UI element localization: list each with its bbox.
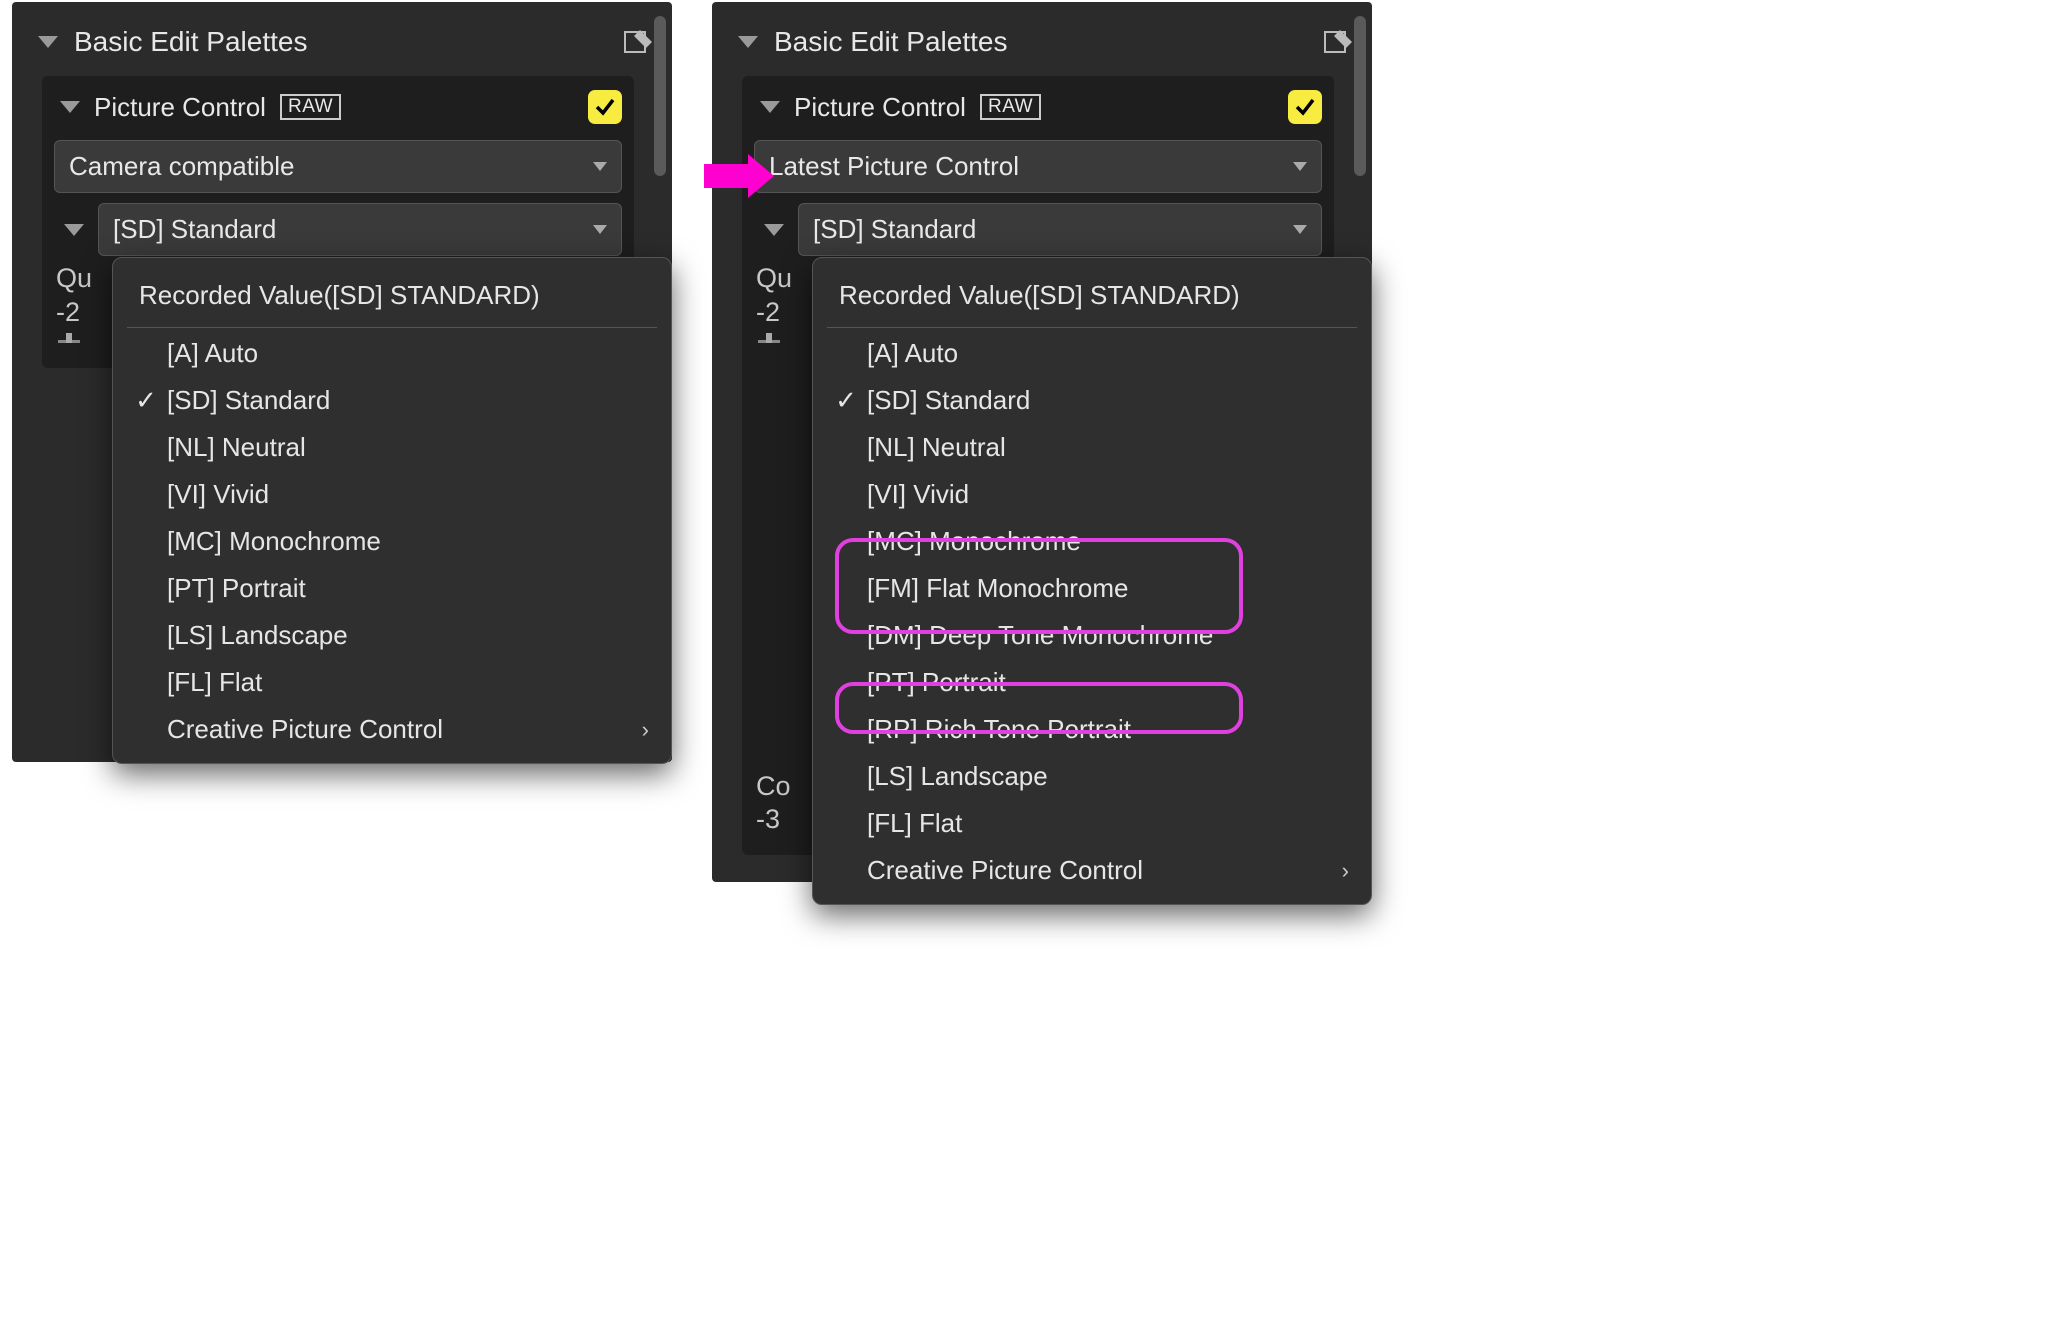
- sub-title: Picture Control: [794, 92, 966, 123]
- menu-item-vivid[interactable]: [VI] Vivid: [113, 471, 671, 518]
- compat-select[interactable]: Camera compatible: [54, 140, 622, 193]
- checkmark-icon: ✓: [135, 385, 157, 416]
- menu-item-standard[interactable]: ✓[SD] Standard: [813, 377, 1371, 424]
- chevron-down-icon: [1293, 225, 1307, 234]
- menu-item-portrait[interactable]: [PT] Portrait: [113, 565, 671, 612]
- compat-select[interactable]: Latest Picture Control: [754, 140, 1322, 193]
- menu-item-deep-tone-monochrome[interactable]: [DM] Deep Tone Monochrome: [813, 612, 1371, 659]
- checkmark-icon: ✓: [835, 385, 857, 416]
- brush-tool-icon[interactable]: [622, 26, 654, 58]
- picture-control-value: [SD] Standard: [813, 214, 976, 245]
- chevron-right-icon: ›: [642, 717, 649, 743]
- menu-item-landscape[interactable]: [LS] Landscape: [813, 753, 1371, 800]
- menu-item-neutral[interactable]: [NL] Neutral: [813, 424, 1371, 471]
- raw-badge: RAW: [280, 94, 341, 121]
- menu-item-standard[interactable]: ✓[SD] Standard: [113, 377, 671, 424]
- scrollbar[interactable]: [1354, 16, 1366, 176]
- disclosure-triangle-icon[interactable]: [64, 224, 84, 236]
- disclosure-triangle-icon[interactable]: [38, 36, 58, 48]
- picture-control-value: [SD] Standard: [113, 214, 276, 245]
- compat-select-value: Camera compatible: [69, 151, 294, 182]
- picture-control-select[interactable]: [SD] Standard: [798, 203, 1322, 256]
- picture-control-select[interactable]: [SD] Standard: [98, 203, 622, 256]
- menu-separator: [127, 327, 657, 328]
- enable-checkbox[interactable]: [1288, 90, 1322, 124]
- menu-item-landscape[interactable]: [LS] Landscape: [113, 612, 671, 659]
- enable-checkbox[interactable]: [588, 90, 622, 124]
- slider-icon: [758, 336, 788, 350]
- menu-item-flat[interactable]: [FL] Flat: [813, 800, 1371, 847]
- chevron-down-icon: [593, 225, 607, 234]
- menu-recorded-value[interactable]: Recorded Value([SD] STANDARD): [813, 266, 1371, 325]
- menu-item-flat-monochrome[interactable]: [FM] Flat Monochrome: [813, 565, 1371, 612]
- menu-item-auto[interactable]: [A] Auto: [813, 330, 1371, 377]
- sub-title: Picture Control: [94, 92, 266, 123]
- panel-right: Basic Edit Palettes Picture Control RAW …: [712, 2, 1372, 882]
- chevron-down-icon: [1293, 162, 1307, 171]
- picture-control-dropdown: Recorded Value([SD] STANDARD) [A] Auto ✓…: [812, 257, 1372, 905]
- section-title: Basic Edit Palettes: [74, 26, 307, 58]
- menu-item-monochrome[interactable]: [MC] Monochrome: [813, 518, 1371, 565]
- section-header[interactable]: Basic Edit Palettes: [730, 14, 1354, 76]
- menu-item-neutral[interactable]: [NL] Neutral: [113, 424, 671, 471]
- menu-recorded-value[interactable]: Recorded Value([SD] STANDARD): [113, 266, 671, 325]
- disclosure-triangle-icon[interactable]: [60, 101, 80, 113]
- picture-control-dropdown: Recorded Value([SD] STANDARD) [A] Auto ✓…: [112, 257, 672, 764]
- slider-icon: [58, 336, 88, 350]
- panel-left: Basic Edit Palettes Picture Control RAW …: [12, 2, 672, 762]
- disclosure-triangle-icon[interactable]: [738, 36, 758, 48]
- menu-item-vivid[interactable]: [VI] Vivid: [813, 471, 1371, 518]
- disclosure-triangle-icon[interactable]: [764, 224, 784, 236]
- menu-item-portrait[interactable]: [PT] Portrait: [813, 659, 1371, 706]
- brush-tool-icon[interactable]: [1322, 26, 1354, 58]
- chevron-right-icon: ›: [1342, 858, 1349, 884]
- menu-item-creative[interactable]: Creative Picture Control›: [113, 706, 671, 753]
- chevron-down-icon: [593, 162, 607, 171]
- menu-separator: [827, 327, 1357, 328]
- section-header[interactable]: Basic Edit Palettes: [30, 14, 654, 76]
- menu-item-monochrome[interactable]: [MC] Monochrome: [113, 518, 671, 565]
- menu-item-auto[interactable]: [A] Auto: [113, 330, 671, 377]
- annotation-arrow-icon: [704, 154, 774, 198]
- menu-item-creative[interactable]: Creative Picture Control›: [813, 847, 1371, 894]
- section-title: Basic Edit Palettes: [774, 26, 1007, 58]
- menu-item-rich-tone-portrait[interactable]: [RP] Rich Tone Portrait: [813, 706, 1371, 753]
- compat-select-value: Latest Picture Control: [769, 151, 1019, 182]
- menu-item-flat[interactable]: [FL] Flat: [113, 659, 671, 706]
- scrollbar[interactable]: [654, 16, 666, 176]
- disclosure-triangle-icon[interactable]: [760, 101, 780, 113]
- raw-badge: RAW: [980, 94, 1041, 121]
